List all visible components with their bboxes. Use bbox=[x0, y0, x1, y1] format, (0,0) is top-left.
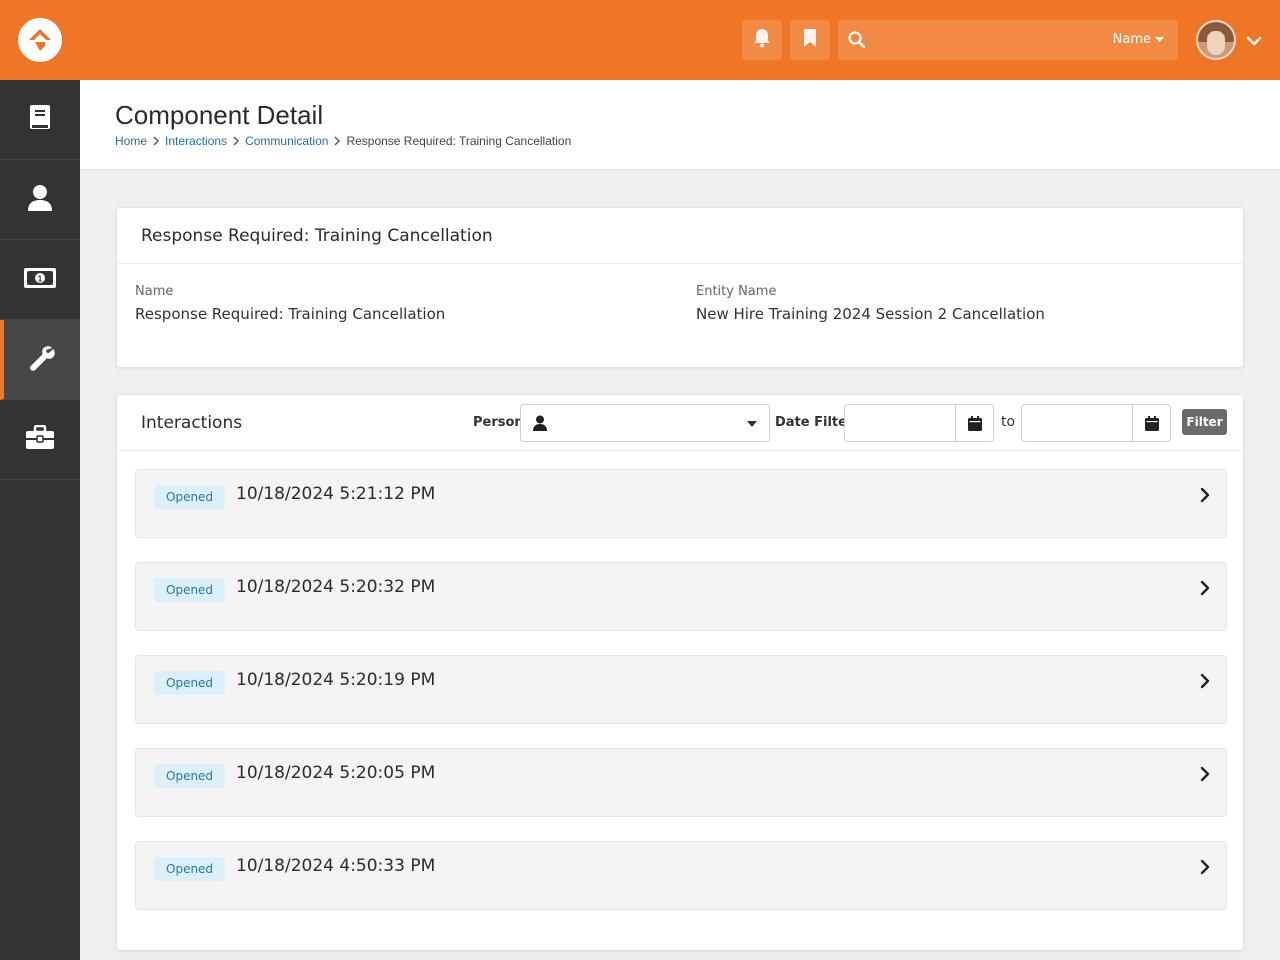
search-type-label: Name bbox=[1112, 32, 1151, 47]
chevron-down-icon[interactable] bbox=[1246, 31, 1262, 50]
breadcrumb-communication[interactable]: Communication bbox=[245, 134, 328, 148]
entity-name-value: New Hire Training 2024 Session 2 Cancell… bbox=[696, 305, 1045, 323]
interaction-row[interactable]: Opened 10/18/2024 4:50:33 PM bbox=[135, 841, 1227, 910]
money-icon: 1 bbox=[23, 267, 57, 293]
caret-down-icon bbox=[1155, 36, 1164, 42]
to-label: to bbox=[1001, 414, 1016, 430]
name-field: Name Response Required: Training Cancell… bbox=[135, 284, 445, 323]
caret-down-icon bbox=[747, 421, 757, 427]
avatar[interactable] bbox=[1196, 20, 1236, 60]
bookmark-icon bbox=[802, 28, 818, 52]
page-header: Component Detail Home Interactions Commu… bbox=[80, 80, 1280, 170]
chevron-right-icon bbox=[233, 136, 240, 146]
name-label: Name bbox=[135, 284, 174, 299]
chevron-right-icon[interactable] bbox=[1200, 673, 1210, 693]
breadcrumb: Home Interactions Communication Response… bbox=[115, 134, 571, 148]
sidebar-item-finance[interactable]: 1 bbox=[0, 240, 80, 320]
search-bar[interactable]: Name bbox=[838, 20, 1178, 60]
wrench-icon bbox=[28, 344, 56, 376]
person-icon bbox=[27, 184, 53, 216]
chevron-right-icon bbox=[334, 136, 341, 146]
sidebar-item-jobs[interactable] bbox=[0, 400, 80, 480]
sidebar-item-people[interactable] bbox=[0, 160, 80, 240]
rock-logo-icon[interactable] bbox=[18, 18, 62, 62]
interaction-datetime: 10/18/2024 5:21:12 PM bbox=[236, 484, 436, 504]
chevron-right-icon[interactable] bbox=[1200, 487, 1210, 507]
status-badge: Opened bbox=[154, 857, 226, 881]
svg-text:1: 1 bbox=[38, 274, 43, 283]
status-badge: Opened bbox=[154, 671, 226, 695]
briefcase-icon bbox=[25, 424, 55, 455]
interaction-datetime: 10/18/2024 5:20:32 PM bbox=[236, 577, 436, 597]
entity-name-field: Entity Name New Hire Training 2024 Sessi… bbox=[696, 284, 1045, 323]
chevron-right-icon[interactable] bbox=[1200, 766, 1210, 786]
search-icon bbox=[848, 31, 866, 53]
date-from-input[interactable] bbox=[844, 404, 994, 442]
book-icon bbox=[28, 104, 52, 136]
interaction-row[interactable]: Opened 10/18/2024 5:20:05 PM bbox=[135, 748, 1227, 817]
status-badge: Opened bbox=[154, 578, 226, 602]
sidebar: 1 bbox=[0, 80, 80, 960]
search-type-dropdown[interactable]: Name bbox=[1113, 32, 1164, 47]
calendar-icon[interactable] bbox=[955, 405, 993, 441]
top-navbar: Name bbox=[0, 0, 1280, 80]
interactions-title: Interactions bbox=[141, 413, 243, 433]
interaction-datetime: 10/18/2024 5:20:05 PM bbox=[236, 763, 436, 783]
panel-heading: Response Required: Training Cancellation bbox=[117, 208, 1243, 264]
status-badge: Opened bbox=[154, 485, 226, 509]
interaction-datetime: 10/18/2024 5:20:19 PM bbox=[236, 670, 436, 690]
chevron-right-icon[interactable] bbox=[1200, 859, 1210, 879]
breadcrumb-current: Response Required: Training Cancellation bbox=[346, 134, 572, 148]
entity-name-label: Entity Name bbox=[696, 284, 777, 299]
chevron-right-icon[interactable] bbox=[1200, 580, 1210, 600]
name-value: Response Required: Training Cancellation bbox=[135, 305, 446, 323]
interaction-row[interactable]: Opened 10/18/2024 5:21:12 PM bbox=[135, 469, 1227, 538]
person-icon bbox=[533, 415, 547, 435]
page-title: Component Detail bbox=[115, 100, 324, 130]
interaction-datetime: 10/18/2024 4:50:33 PM bbox=[236, 856, 436, 876]
date-filter-label: Date Filter bbox=[775, 415, 854, 430]
chevron-right-icon bbox=[153, 136, 160, 146]
bookmarks-button[interactable] bbox=[790, 20, 830, 60]
sidebar-item-admin-tools[interactable] bbox=[0, 320, 80, 400]
interaction-row[interactable]: Opened 10/18/2024 5:20:32 PM bbox=[135, 562, 1227, 631]
date-to-input[interactable] bbox=[1021, 404, 1171, 442]
sidebar-item-library[interactable] bbox=[0, 80, 80, 160]
notifications-button[interactable] bbox=[742, 20, 782, 60]
interactions-panel: Interactions Person Date Filter to Filte… bbox=[116, 394, 1244, 951]
person-picker[interactable] bbox=[520, 404, 770, 442]
status-badge: Opened bbox=[154, 764, 226, 788]
filter-button[interactable]: Filter bbox=[1182, 409, 1227, 435]
component-detail-panel: Response Required: Training Cancellation… bbox=[116, 207, 1244, 368]
person-label: Person bbox=[473, 415, 524, 430]
interactions-header: Interactions Person Date Filter to Filte… bbox=[117, 395, 1243, 451]
breadcrumb-interactions[interactable]: Interactions bbox=[165, 134, 227, 148]
interaction-row[interactable]: Opened 10/18/2024 5:20:19 PM bbox=[135, 655, 1227, 724]
breadcrumb-home[interactable]: Home bbox=[115, 134, 147, 148]
calendar-icon[interactable] bbox=[1132, 405, 1170, 441]
bell-icon bbox=[753, 28, 771, 52]
